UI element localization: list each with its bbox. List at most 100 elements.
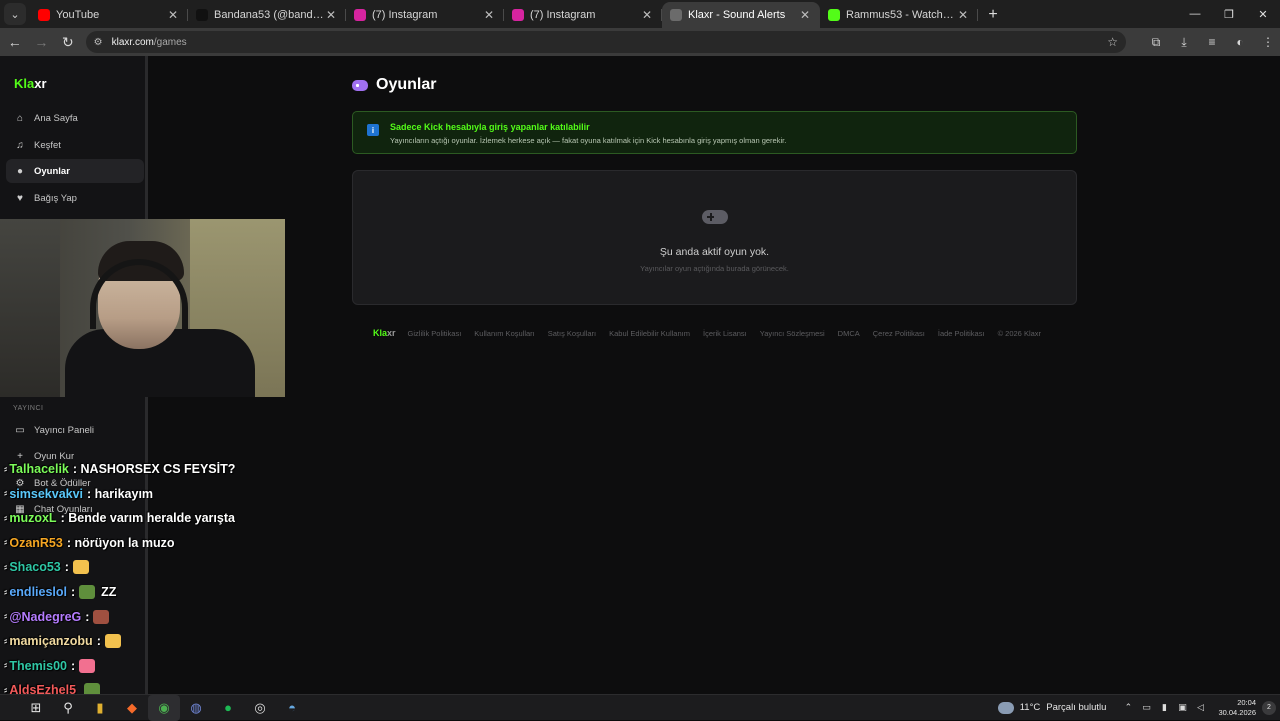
chat-text: : [71, 585, 76, 599]
profile-avatar[interactable]: ◐ [1228, 30, 1252, 54]
browser-tab[interactable]: (7) Instagram ✕ [504, 2, 662, 28]
badge-icon: ⸗ [4, 463, 8, 475]
back-button[interactable]: ← [3, 30, 27, 54]
chat-username: Talhacelik [9, 462, 69, 476]
chat-username: Themis00 [9, 658, 68, 673]
close-tab-icon[interactable]: ✕ [640, 8, 654, 22]
chat-message: ⸗ muzoxL: Bende varım heralde yarışta [4, 507, 235, 529]
sidebar-item[interactable]: ⌂ Ana Sayfa [6, 106, 144, 130]
url-path: /games [153, 36, 187, 48]
display-icon[interactable]: ▭ [1138, 702, 1154, 713]
notice-description: Yayıncıların açtığı oyunlar. İzlemek her… [390, 136, 787, 145]
brave-icon[interactable]: ◆ [116, 695, 148, 721]
section-label-creator: YAYINCI [13, 405, 44, 412]
obs-icon[interactable]: ◎ [244, 695, 276, 721]
address-bar[interactable]: ⚙ klaxr.com/games ☆ [85, 31, 1126, 53]
klaxr-logo[interactable]: Klaxr [14, 76, 47, 91]
chrome-icon[interactable]: ◉ [148, 694, 180, 721]
favicon-icon [512, 9, 524, 21]
sidebar-creator-item[interactable]: ▭ Yayıncı Paneli [6, 418, 144, 442]
minimize-button[interactable]: — [1178, 0, 1212, 28]
emote-icon [72, 560, 89, 575]
footer-logo[interactable]: Klaxr [373, 328, 396, 338]
nav-icon: ⌂ [16, 112, 24, 124]
close-tab-icon[interactable]: ✕ [956, 8, 970, 22]
browser-tab[interactable]: YouTube ✕ [30, 2, 188, 28]
site-info-icon[interactable]: ⚙ [94, 37, 106, 48]
browser-tab[interactable]: Rammus53 - Watch the VOD o✕ [820, 2, 978, 28]
bookmark-star-icon[interactable]: ☆ [1107, 35, 1118, 49]
badge-icon: ⸗ [4, 561, 8, 573]
browser-tab[interactable]: Klaxr - Sound Alerts ✕ [662, 2, 820, 28]
close-tab-icon[interactable]: ✕ [324, 8, 338, 22]
spotify-icon[interactable]: ● [212, 695, 244, 721]
footer-link[interactable]: Çerez Politikası [873, 329, 925, 338]
emote-icon [79, 658, 96, 673]
nav-icon: ♫ [16, 139, 24, 151]
chat-text: ZZ [101, 585, 117, 599]
download-icon[interactable]: ⤓ [1172, 30, 1196, 54]
notification-badge[interactable]: 2 [1262, 700, 1276, 715]
windows-start-icon[interactable]: ⊞ [20, 695, 52, 721]
sidebar-item-label: Bağış Yap [34, 192, 77, 204]
weather-widget[interactable]: 11°C Parçalı bulutlu [997, 701, 1106, 714]
forward-button[interactable]: → [30, 30, 54, 54]
sidebar-item[interactable]: ♥ Bağış Yap [6, 186, 144, 210]
close-tab-icon[interactable]: ✕ [482, 8, 496, 22]
discord-icon[interactable]: ◍ [180, 695, 212, 721]
badge-icon: ⸗ [4, 611, 8, 623]
reading-list-icon[interactable]: ≡ [1200, 30, 1224, 54]
mic-icon[interactable]: ▮ [1156, 702, 1172, 713]
tab-title: Bandana53 (@bandana53yt) | T [214, 9, 324, 21]
chat-message: ⸗ Talhacelik: NASHORSEX CS FEYSİT? [4, 458, 235, 480]
chat-message: ⸗ mamiçanzobu: [4, 630, 121, 652]
chat-username: OzanR53 [9, 535, 63, 550]
restore-button[interactable]: ❐ [1212, 0, 1246, 28]
extensions-icon[interactable]: ⧉ [1144, 30, 1168, 54]
chat-message: ⸗ endlieslol: ZZ [4, 581, 116, 603]
sidebar-item-label: Ana Sayfa [34, 112, 78, 124]
footer-link[interactable]: Gizlilik Politikası [408, 329, 462, 338]
app-icon[interactable]: ▮ [84, 695, 116, 721]
chat-text: : [71, 658, 76, 673]
steam-icon[interactable]: ◓ [276, 695, 308, 721]
gamepad-icon [352, 79, 368, 91]
volume-icon[interactable]: ◁ [1192, 702, 1208, 713]
nav-icon: ♥ [17, 192, 23, 204]
tab-search-button[interactable]: ⌄ [4, 3, 26, 25]
tab-title: Klaxr - Sound Alerts [688, 9, 786, 21]
footer-link[interactable]: Yayıncı Sözleşmesi [760, 329, 825, 338]
close-tab-icon[interactable]: ✕ [798, 8, 812, 22]
footer-link[interactable]: İçerik Lisansı [703, 329, 747, 338]
close-window-button[interactable]: ✕ [1246, 0, 1280, 28]
browser-tab[interactable]: (7) Instagram ✕ [346, 2, 504, 28]
sidebar-item-label: Oyunlar [34, 165, 70, 177]
close-tab-icon[interactable]: ✕ [166, 8, 180, 22]
tab-title: (7) Instagram [530, 9, 596, 21]
chevron-up-icon[interactable]: ⌃ [1120, 702, 1136, 713]
notice-title: Sadece Kick hesabıyla giriş yapanlar kat… [390, 122, 590, 132]
nav-icon: ▭ [15, 424, 25, 436]
favicon-icon [828, 9, 840, 21]
windows-taskbar: ⊞ ⚲ ▮ ◆ ◉ ◍ ● ◎ ◓ 11°C Parçalı bulutlu ⌃… [0, 694, 1280, 721]
nav-icon: ● [16, 165, 24, 177]
new-tab-button[interactable]: + [982, 4, 1004, 26]
browser-tab[interactable]: Bandana53 (@bandana53yt) | T✕ [188, 2, 346, 28]
clock[interactable]: 20:04 30.04.2026 [1218, 698, 1256, 718]
footer-link[interactable]: Kabul Edilebilir Kullanım [609, 329, 690, 338]
sidebar-item[interactable]: ● Oyunlar [6, 159, 144, 183]
footer-link[interactable]: İade Politikası [938, 329, 985, 338]
favicon-icon [670, 9, 682, 21]
url-domain: klaxr.com [111, 36, 154, 48]
search-icon[interactable]: ⚲ [52, 695, 84, 721]
footer-link[interactable]: Kullanım Koşulları [474, 329, 534, 338]
info-notice: i Sadece Kick hesabıyla giriş yapanlar k… [352, 111, 1077, 154]
browser-toolbar: ← → ↻ ⚙ klaxr.com/games ☆ ⧉ ⤓ ≡ ◐ ⋮ [0, 28, 1280, 56]
reload-button[interactable]: ↻ [56, 30, 80, 54]
footer-link[interactable]: DMCA [838, 329, 860, 338]
sidebar-item[interactable]: ♫ Keşfet [6, 133, 144, 157]
footer-link[interactable]: Satış Koşulları [548, 329, 596, 338]
network-icon[interactable]: ▣ [1174, 702, 1190, 713]
chat-message: ⸗ Shaco53: [4, 556, 89, 578]
browser-menu-icon[interactable]: ⋮ [1256, 30, 1280, 54]
